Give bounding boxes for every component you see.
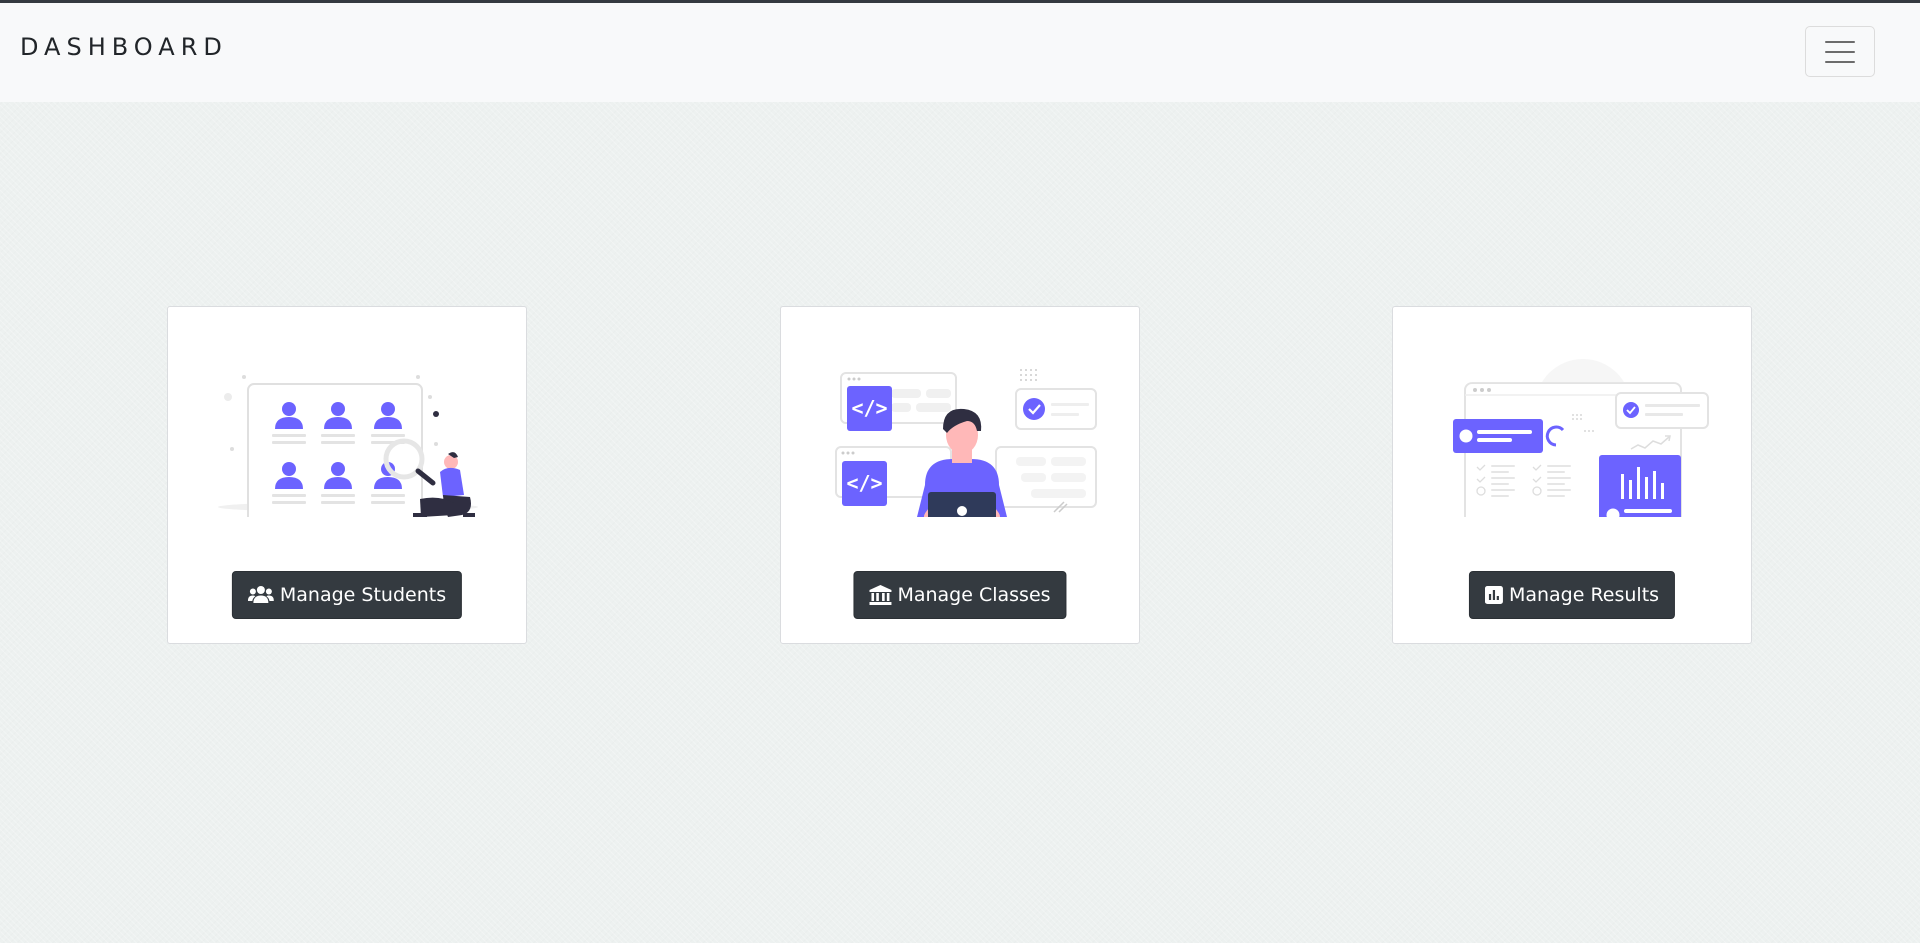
hamburger-icon [1825, 40, 1855, 43]
classes-illustration: </> </> [835, 369, 1097, 517]
hamburger-icon-bar [1825, 50, 1855, 53]
hamburger-icon-bar [1825, 60, 1855, 63]
students-illustration [218, 375, 478, 517]
bar-chart-icon [1484, 586, 1503, 604]
manage-students-button[interactable]: Manage Students [231, 571, 463, 619]
manage-classes-button[interactable]: Manage Classes [853, 571, 1067, 619]
manage-classes-label: Manage Classes [897, 584, 1051, 606]
svg-text:</>: </> [851, 396, 887, 420]
results-illustration [1453, 359, 1709, 517]
menu-toggle-button[interactable] [1805, 26, 1875, 77]
classes-card: </> </> Manage Classes [780, 306, 1140, 644]
results-card: Manage Results [1392, 306, 1752, 644]
manage-students-label: Manage Students [279, 584, 447, 606]
users-icon [247, 586, 274, 603]
navbar: DASHBOARD [0, 3, 1920, 102]
svg-text:</>: </> [846, 471, 882, 495]
manage-results-label: Manage Results [1508, 584, 1660, 606]
students-card: Manage Students [167, 306, 527, 644]
institution-icon [869, 585, 892, 605]
brand-title[interactable]: DASHBOARD [20, 33, 228, 61]
manage-results-button[interactable]: Manage Results [1468, 571, 1676, 619]
